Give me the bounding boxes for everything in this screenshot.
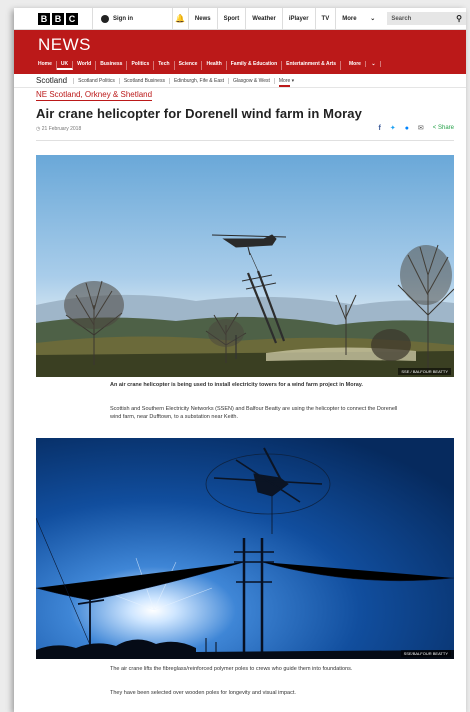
bbc-logo-letter: B: [52, 12, 64, 25]
subnav-more-label: More: [278, 77, 291, 87]
share-button[interactable]: < Share: [433, 125, 454, 131]
search-icon[interactable]: ⚲: [456, 14, 462, 23]
news-nav-health[interactable]: Health: [202, 61, 227, 70]
subnav-more-dropdown[interactable]: More ▾: [273, 77, 298, 87]
nav-tv[interactable]: TV: [314, 8, 336, 30]
bbc-logo-letter: B: [38, 12, 50, 25]
bbc-logo[interactable]: B B C: [38, 12, 78, 25]
user-icon: [101, 14, 109, 23]
share-tools: f ✦ ● ✉ < Share: [378, 124, 454, 133]
region-link[interactable]: NE Scotland, Orkney & Shetland: [36, 90, 153, 101]
chevron-down-icon: ▾: [291, 77, 295, 84]
messenger-icon[interactable]: ●: [405, 125, 409, 132]
browser-page: B B C Sign in 🔔 News Sport Weather iPlay…: [14, 8, 466, 712]
article-paragraph: Scottish and Southern Electricity Networ…: [110, 406, 398, 420]
news-nav-politics[interactable]: Politics: [127, 61, 155, 70]
twitter-icon[interactable]: ✦: [390, 124, 396, 132]
bbc-logo-letter: C: [66, 12, 78, 25]
subnav-scotland-business[interactable]: Scotland Business: [118, 77, 169, 84]
news-nav-business[interactable]: Business: [96, 61, 128, 70]
section-title[interactable]: Scotland: [36, 76, 67, 85]
article-date-text: 21 February 2018: [41, 126, 82, 132]
news-nav-more[interactable]: More ⌄: [341, 61, 385, 70]
article-headline: Air crane helicopter for Dorenell wind f…: [36, 106, 362, 121]
nav-weather[interactable]: Weather: [245, 8, 282, 30]
helicopter-hills-illustration: [36, 155, 454, 377]
article-date: ◷ 21 February 2018: [36, 126, 81, 132]
news-nav-world[interactable]: World: [73, 61, 97, 70]
nav-news[interactable]: News: [187, 8, 217, 30]
search-input[interactable]: Search ⚲: [387, 12, 466, 25]
nav-iplayer[interactable]: iPlayer: [281, 8, 315, 30]
image-credit: SSE/BALFOUR BEATTY: [400, 650, 451, 657]
facebook-icon[interactable]: f: [378, 125, 380, 132]
subnav-scotland-politics[interactable]: Scotland Politics: [73, 77, 119, 84]
news-nav-uk[interactable]: UK: [56, 61, 74, 70]
header-divider: [36, 140, 454, 141]
share-label: Share: [437, 125, 454, 131]
subnav-edinburgh-fife-east[interactable]: Edinburgh, Fife & East: [168, 77, 228, 84]
nav-more-dropdown[interactable]: More ⌄: [335, 8, 381, 30]
sign-in-label: Sign in: [113, 15, 133, 22]
news-nav-home[interactable]: Home: [34, 61, 57, 70]
news-nav-family-education[interactable]: Family & Education: [227, 61, 283, 70]
article-paragraph: The air crane lifts the fibreglass/reinf…: [110, 666, 353, 672]
image-credit: SSE / BALFOUR BEATTY: [398, 368, 451, 375]
news-header: NEWS Home UK World Business Politics Tec…: [14, 30, 466, 74]
nav-more-label: More: [342, 15, 357, 22]
helicopter-silhouette-illustration: [36, 438, 454, 659]
news-nav-entertainment-arts[interactable]: Entertainment & Arts: [282, 61, 341, 70]
scotland-subnav: Scotland Scotland Politics Scotland Busi…: [14, 74, 466, 88]
image-caption: An air crane helicopter is being used to…: [110, 382, 363, 388]
article-image-helicopter-silhouette: SSE/BALFOUR BEATTY: [36, 438, 454, 659]
article-image-helicopter-hills: SSE / BALFOUR BEATTY: [36, 155, 454, 377]
search-placeholder: Search: [391, 15, 412, 22]
bbc-top-bar: B B C Sign in 🔔 News Sport Weather iPlay…: [14, 8, 466, 30]
news-logo[interactable]: NEWS: [38, 35, 91, 55]
share-icon: <: [432, 125, 437, 131]
article-paragraph: They have been selected over wooden pole…: [110, 690, 296, 696]
nav-sport[interactable]: Sport: [216, 8, 246, 30]
news-nav-more-label: More: [344, 61, 366, 67]
subnav-glasgow-west[interactable]: Glasgow & West: [228, 77, 274, 84]
chevron-down-icon: ⌄: [367, 61, 381, 67]
chevron-down-icon: ⌄: [370, 16, 376, 22]
email-icon[interactable]: ✉: [418, 124, 424, 132]
news-nav-science[interactable]: Science: [175, 61, 203, 70]
news-nav: Home UK World Business Politics Tech Sci…: [34, 61, 385, 70]
notifications-bell-icon[interactable]: 🔔: [171, 8, 188, 30]
clock-icon: ◷: [36, 126, 41, 132]
sign-in-link[interactable]: Sign in: [92, 8, 172, 30]
news-nav-tech[interactable]: Tech: [154, 61, 175, 70]
